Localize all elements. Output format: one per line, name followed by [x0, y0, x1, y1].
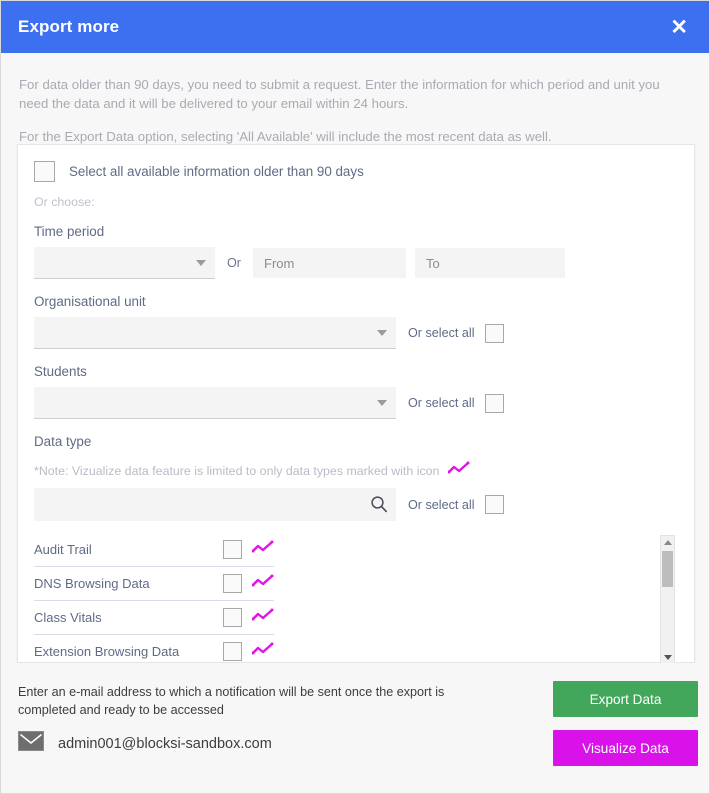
chart-line-icon	[251, 608, 274, 627]
chevron-down-icon	[377, 400, 387, 406]
data-type-select-all-checkbox[interactable]	[484, 495, 504, 514]
list-item[interactable]: Audit Trail	[34, 533, 274, 567]
dialog-header: Export more ✕	[1, 1, 709, 53]
org-unit-row: Or select all	[34, 317, 678, 349]
from-date-input[interactable]	[253, 248, 406, 278]
list-item[interactable]: Class Vitals	[34, 601, 274, 635]
chart-line-icon	[447, 461, 470, 480]
data-type-checkbox[interactable]	[223, 608, 242, 627]
chart-line-icon	[251, 574, 274, 593]
scroll-up-icon[interactable]	[661, 536, 674, 549]
intro-paragraph-1: For data older than 90 days, you need to…	[19, 77, 660, 111]
to-date-input[interactable]	[415, 248, 565, 278]
scrollbar-thumb[interactable]	[662, 551, 673, 587]
export-form-card: Select all available information older t…	[17, 144, 695, 669]
export-data-button[interactable]: Export Data	[553, 681, 698, 717]
data-type-search-row: Or select all	[34, 488, 678, 521]
close-icon[interactable]: ✕	[666, 15, 692, 40]
students-label: Students	[34, 364, 87, 379]
data-type-name: Class Vitals	[34, 610, 102, 625]
intro-text-block: For data older than 90 days, you need to…	[1, 53, 709, 152]
list-item[interactable]: DNS Browsing Data	[34, 567, 274, 601]
data-type-list: Audit Trail DNS Browsing Data Class Vita…	[34, 533, 274, 669]
data-type-name: Audit Trail	[34, 542, 92, 557]
email-address[interactable]: admin001@blocksi-sandbox.com	[58, 736, 272, 752]
chart-line-icon	[251, 540, 274, 559]
select-all-older-checkbox[interactable]	[34, 161, 55, 182]
time-period-select[interactable]	[34, 247, 215, 279]
data-type-label: Data type	[34, 434, 92, 449]
org-unit-label: Organisational unit	[34, 294, 146, 309]
time-period-label: Time period	[34, 224, 105, 239]
visualize-data-button[interactable]: Visualize Data	[553, 730, 698, 766]
data-type-note-row: *Note: Vizualize data feature is limited…	[34, 461, 678, 480]
data-type-list-area: Audit Trail DNS Browsing Data Class Vita…	[34, 533, 678, 669]
chevron-down-icon	[196, 260, 206, 266]
chart-line-icon	[251, 642, 274, 661]
email-row: admin001@blocksi-sandbox.com	[18, 731, 272, 756]
data-type-checkbox[interactable]	[223, 540, 242, 559]
data-type-checkbox[interactable]	[223, 642, 242, 661]
data-type-select-all-label: Or select all	[408, 497, 475, 512]
students-select[interactable]	[34, 387, 396, 419]
email-notice-text: Enter an e-mail address to which a notif…	[18, 685, 445, 717]
data-type-search-wrapper	[34, 488, 396, 521]
data-type-name: Extension Browsing Data	[34, 644, 180, 659]
org-unit-select-all-label: Or select all	[408, 326, 475, 340]
dialog-footer: Enter an e-mail address to which a notif…	[1, 663, 709, 793]
or-choose-label: Or choose:	[34, 195, 95, 209]
data-type-checkbox[interactable]	[223, 574, 242, 593]
envelope-icon	[18, 731, 44, 756]
org-unit-select-all-checkbox[interactable]	[484, 323, 504, 343]
students-select-all-label: Or select all	[408, 396, 475, 410]
select-all-older-row: Select all available information older t…	[34, 161, 678, 182]
dialog-title: Export more	[18, 17, 120, 36]
data-type-name: DNS Browsing Data	[34, 576, 150, 591]
select-all-older-label: Select all available information older t…	[69, 164, 364, 179]
data-type-note-text: *Note: Vizualize data feature is limited…	[34, 463, 440, 478]
data-type-list-scrollbar[interactable]	[660, 535, 675, 665]
chevron-down-icon	[377, 330, 387, 336]
students-select-all-checkbox[interactable]	[484, 393, 504, 413]
org-unit-select[interactable]	[34, 317, 396, 349]
or-separator-label: Or	[227, 256, 241, 270]
students-row: Or select all	[34, 387, 678, 419]
export-more-dialog: Export more ✕ For data older than 90 day…	[0, 0, 710, 794]
time-period-row: Or	[34, 247, 678, 279]
data-type-search-input[interactable]	[34, 488, 396, 521]
